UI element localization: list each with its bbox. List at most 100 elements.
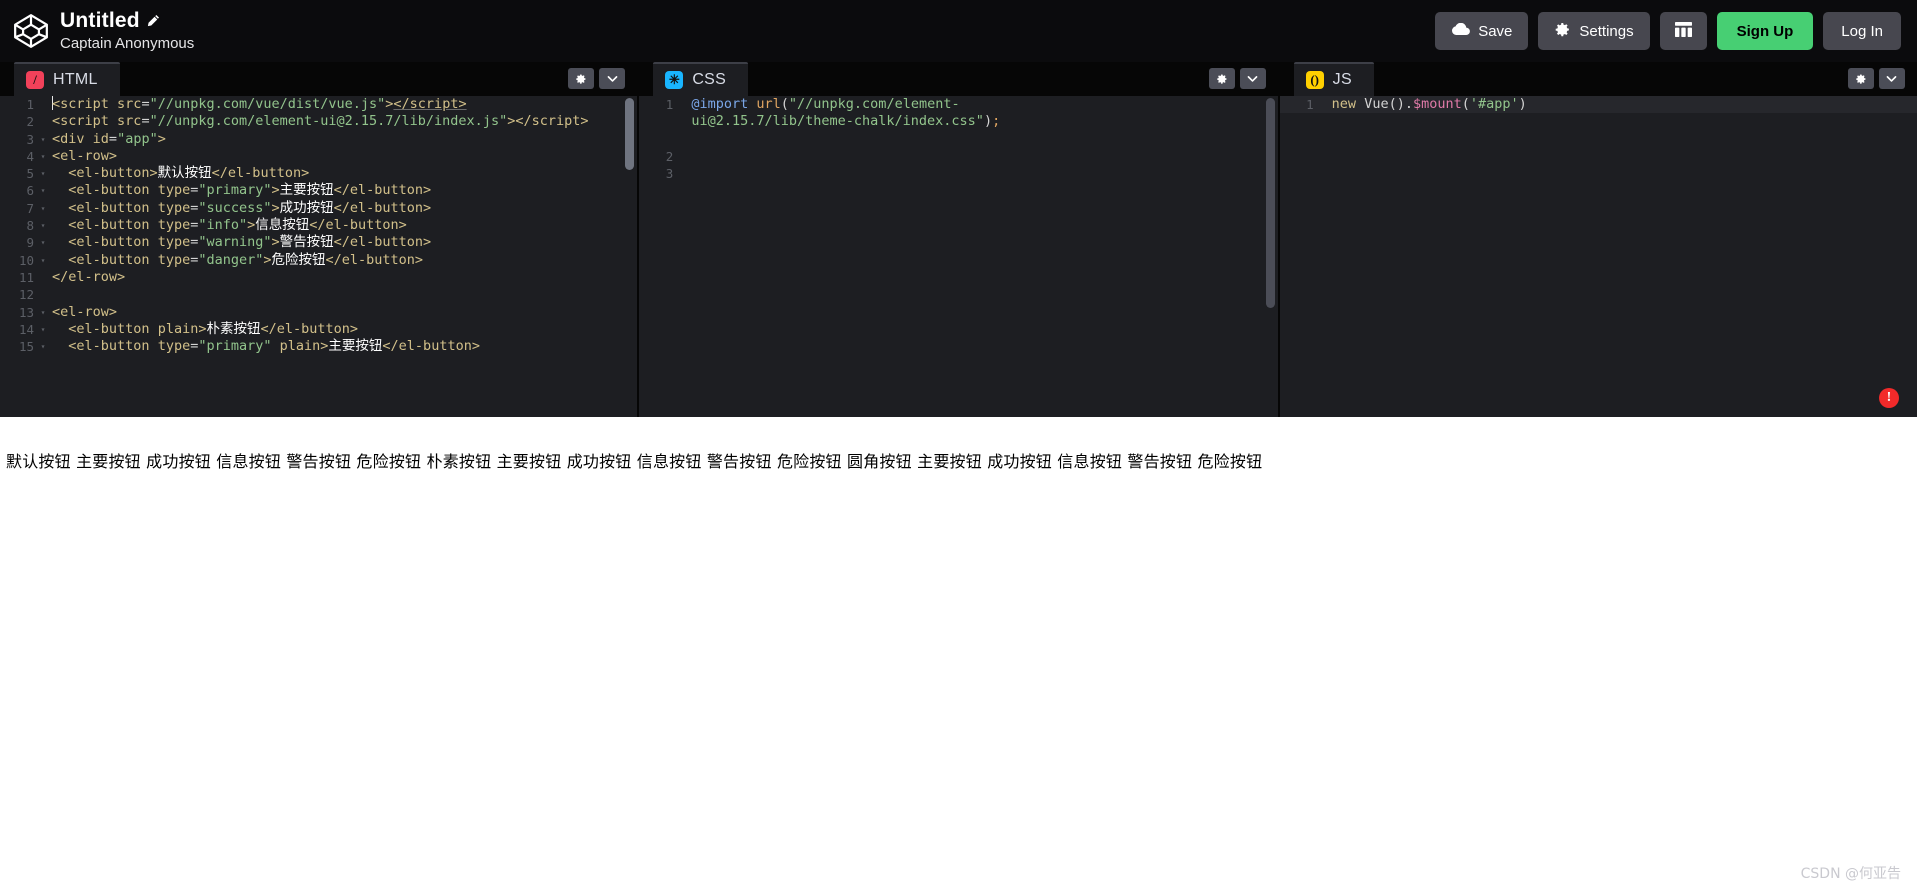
top-bar-actions: Save Settings Sign Up Log In: [1435, 12, 1917, 50]
fold-marker[interactable]: ▾: [38, 200, 48, 217]
fold-marker[interactable]: ▾: [38, 217, 48, 234]
layout-grid-icon: [1674, 21, 1693, 42]
code-content: [687, 165, 1277, 182]
line-number: 1: [1306, 97, 1314, 112]
line-number: 9: [26, 235, 34, 251]
pane-html: / HTML 1 <script src="//unpkg.com/vue/dis…: [0, 62, 638, 417]
code-line: 3: [639, 165, 1277, 182]
code-line: 4 ▾ <el-row>: [0, 148, 637, 165]
line-number: 14: [18, 321, 34, 337]
tab-html[interactable]: / HTML: [14, 62, 120, 96]
code-content: <script src="//unpkg.com/element-ui@2.15…: [52, 113, 589, 130]
top-bar: Untitled Captain Anonymous Save Settings…: [0, 0, 1917, 62]
log-in-button[interactable]: Log In: [1823, 12, 1901, 50]
css-code-editor[interactable]: 1 @import url("//unpkg.com/element-ui@2.1…: [639, 96, 1278, 417]
code-content: [48, 286, 637, 303]
line-number: 10: [18, 252, 34, 268]
code-content: <script src="//unpkg.com/vue/dist/vue.js…: [52, 96, 467, 112]
js-code-editor[interactable]: 1 new Vue().$mount('#app') !: [1279, 96, 1917, 417]
pencil-icon[interactable]: [147, 14, 160, 27]
code-content: <el-row>: [52, 303, 118, 320]
line-number: 3: [26, 131, 34, 147]
css-vertical-scrollbar[interactable]: [1265, 98, 1275, 308]
preview-rendered-content: 默认按钮 主要按钮 成功按钮 信息按钮 警告按钮 危险按钮 朴素按钮 主要按钮 …: [6, 452, 1263, 471]
code-line: 11 </el-row>: [0, 269, 637, 286]
line-number: 6: [26, 183, 34, 199]
pane-css-header: ✳ CSS: [639, 62, 1278, 96]
js-error-badge[interactable]: !: [1878, 388, 1899, 408]
save-button[interactable]: Save: [1435, 12, 1529, 50]
code-line: 12: [0, 286, 637, 303]
code-content: <el-button type="danger">危险按钮</el-button…: [68, 251, 424, 268]
code-content: <div id="app">: [52, 130, 166, 147]
sign-up-button[interactable]: Sign Up: [1716, 12, 1814, 50]
tab-css[interactable]: ✳ CSS: [653, 62, 749, 96]
line-number: 7: [26, 200, 34, 216]
code-line: 10 ▾ <el-button type="danger">危险按钮</el-bu…: [0, 252, 637, 269]
line-number: 3: [665, 166, 674, 182]
html-collapse-button[interactable]: [599, 68, 626, 89]
line-number: 11: [18, 269, 34, 285]
fold-marker[interactable]: ▾: [38, 304, 48, 321]
code-line: 3 ▾ <div id="app">: [0, 131, 637, 148]
css-collapse-button[interactable]: [1239, 68, 1266, 89]
cloud-icon: [1451, 22, 1471, 40]
fold-marker[interactable]: ▾: [38, 148, 48, 165]
tab-css-label: CSS: [692, 71, 727, 88]
pane-js-tools: [1847, 68, 1905, 89]
code-line: 5 ▾ <el-button>默认按钮</el-button>: [0, 165, 637, 182]
code-line: 7 ▾ <el-button type="success">成功按钮</el-bu…: [0, 200, 637, 217]
line-number: 15: [18, 339, 34, 355]
code-content: <el-button type="primary">主要按钮</el-butto…: [68, 182, 432, 199]
code-line: 2: [639, 148, 1277, 165]
fold-marker[interactable]: ▾: [38, 252, 48, 269]
code-line: 6 ▾ <el-button type="primary">主要按钮</el-bu…: [0, 182, 637, 199]
fold-marker[interactable]: ▾: [38, 338, 48, 355]
pen-author[interactable]: Captain Anonymous: [60, 34, 194, 53]
line-number: 1: [26, 97, 34, 112]
fold-marker[interactable]: ▾: [38, 131, 48, 148]
code-content: <el-button plain>朴素按钮</el-button>: [68, 320, 359, 337]
code-content: [687, 148, 1277, 165]
gear-icon: [1554, 21, 1571, 42]
fold-marker[interactable]: ▾: [38, 182, 48, 199]
brand-block: Untitled Captain Anonymous: [0, 9, 194, 53]
code-content: <el-button type="info">信息按钮</el-button>: [68, 217, 407, 234]
editor-panes: / HTML 1 <script src="//unpkg.com/vue/dis…: [0, 62, 1917, 417]
pane-css: ✳ CSS 1 @import url("//unpkg.com/element-…: [639, 62, 1278, 417]
pane-css-tools: [1208, 68, 1266, 89]
js-parens-icon: (): [1305, 71, 1324, 89]
line-number: 8: [26, 218, 34, 234]
css-settings-button[interactable]: [1208, 68, 1235, 89]
js-collapse-button[interactable]: [1878, 68, 1905, 89]
layout-button[interactable]: [1659, 12, 1707, 50]
line-number: 2: [26, 114, 34, 130]
code-line: 15 ▾ <el-button type="primary" plain>主要按钮…: [0, 338, 637, 355]
code-content: @import url("//unpkg.com/element-ui@2.15…: [691, 96, 1001, 130]
fold-marker[interactable]: ▾: [38, 321, 48, 338]
pane-js-header: () JS: [1279, 62, 1917, 96]
code-content: <el-button>默认按钮</el-button>: [68, 165, 310, 182]
fold-marker[interactable]: ▾: [38, 165, 48, 182]
settings-button[interactable]: Settings: [1538, 12, 1650, 50]
line-number: 12: [18, 287, 34, 303]
code-content: new Vue().$mount('#app'): [1331, 96, 1527, 112]
code-line: 8 ▾ <el-button type="info">信息按钮</el-butto…: [0, 217, 637, 234]
tab-js[interactable]: () JS: [1293, 62, 1374, 96]
code-content: <el-row>: [52, 147, 118, 164]
code-content: <el-button type="warning">警告按钮</el-butto…: [68, 234, 432, 251]
fold-marker[interactable]: ▾: [38, 234, 48, 251]
page-title[interactable]: Untitled: [60, 9, 140, 32]
codepen-cube-logo-icon[interactable]: [12, 12, 50, 50]
html-vertical-scrollbar[interactable]: [625, 98, 635, 170]
code-content: </el-row>: [52, 268, 126, 285]
html-settings-button[interactable]: [568, 68, 595, 89]
html-slash-icon: /: [26, 71, 44, 89]
code-line: 13 ▾ <el-row>: [0, 304, 637, 321]
code-line: 2 <script src="//unpkg.com/element-ui@2.1…: [0, 113, 637, 130]
js-settings-button[interactable]: [1847, 68, 1874, 89]
line-number: 2: [665, 148, 674, 164]
pen-title-block: Untitled Captain Anonymous: [60, 9, 194, 53]
html-code-editor[interactable]: 1 <script src="//unpkg.com/vue/dist/vue.j…: [0, 96, 638, 417]
code-line: 9 ▾ <el-button type="warning">警告按钮</el-bu…: [0, 234, 637, 251]
